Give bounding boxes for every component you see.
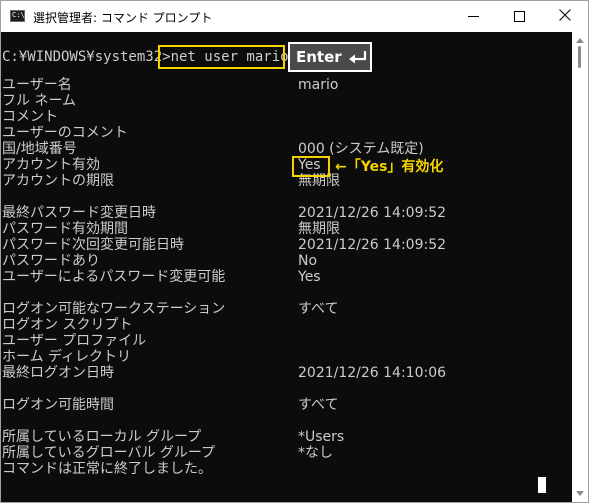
field-label: パスワード次回変更可能日時	[2, 237, 184, 253]
field-label: 国/地域番号	[2, 141, 77, 157]
output-line: パスワードあり No	[2, 253, 317, 269]
scrollbar-thumb[interactable]	[578, 46, 581, 68]
maximize-button[interactable]	[496, 1, 542, 32]
field-label: 最終ログオン日時	[2, 365, 114, 381]
enter-key-label: Enter	[296, 48, 342, 66]
return-arrow-icon	[349, 51, 367, 64]
field-value: mario	[298, 77, 339, 93]
field-label: ユーザー プロファイル	[2, 333, 147, 349]
output-line: パスワード有効期間 無期限	[2, 221, 340, 237]
text-cursor	[538, 477, 546, 493]
field-value: 000 (システム既定)	[298, 141, 424, 157]
field-value: *Users	[298, 429, 345, 445]
field-label: フル ネーム	[2, 93, 77, 109]
field-label: アカウントの期限	[2, 173, 114, 189]
field-label: ログオン可能なワークステーション	[2, 301, 226, 317]
field-value: 2021/12/26 14:10:06	[298, 365, 447, 381]
field-value: 無期限	[298, 221, 340, 237]
field-label: パスワードあり	[2, 253, 100, 269]
maximize-icon	[514, 11, 525, 22]
field-label: 所属しているローカル グループ	[2, 429, 202, 445]
output-line: ログオン スクリプト	[2, 317, 132, 333]
field-label: コメント	[2, 109, 58, 125]
output-line: ユーザー名 mario	[2, 77, 338, 93]
field-value: No	[298, 253, 318, 269]
output-line: ホーム ディレクトリ	[2, 349, 131, 365]
title-bar[interactable]: C:\ 選択管理者: コマンド プロンプト	[1, 1, 588, 32]
output-line: 最終パスワード変更日時 2021/12/26 14:09:52	[2, 205, 446, 221]
field-label: ホーム ディレクトリ	[2, 349, 132, 365]
cmd-icon-glyph: C:\	[12, 11, 25, 19]
field-label: コマンドは正常に終了しました。	[2, 461, 212, 477]
output-line: パスワード次回変更可能日時 2021/12/26 14:09:52	[2, 237, 446, 253]
yes-highlight-box	[292, 156, 330, 177]
field-value: すべて	[298, 397, 339, 413]
field-label: 所属しているグローバル グループ	[2, 445, 216, 461]
field-label: ユーザー名	[2, 77, 72, 93]
field-value: 2021/12/26 14:09:52	[298, 205, 447, 221]
field-label: 最終パスワード変更日時	[2, 205, 156, 221]
vertical-scrollbar[interactable]	[572, 32, 588, 502]
output-line: フル ネーム	[2, 93, 76, 109]
field-label: ログオン可能時間	[2, 397, 114, 413]
output-line: ユーザー プロファイル	[2, 333, 146, 349]
minimize-button[interactable]	[450, 1, 496, 32]
close-button[interactable]	[542, 1, 588, 32]
window-title: 選択管理者: コマンド プロンプト	[33, 11, 213, 25]
output-line: コメント	[2, 109, 58, 125]
output-line: 国/地域番号 000 (システム既定)	[2, 141, 424, 157]
field-value: *なし	[298, 445, 333, 461]
output-line: コマンドは正常に終了しました。	[2, 461, 212, 477]
field-label: パスワード有効期間	[2, 221, 128, 237]
output-line: ユーザーのコメント	[2, 125, 128, 141]
field-value: Yes	[298, 269, 321, 285]
cmd-window: C:\ 選択管理者: コマンド プロンプト C:¥WINDOWS¥system3…	[0, 0, 589, 503]
close-icon	[559, 9, 571, 21]
field-value: 2021/12/26 14:09:52	[298, 237, 447, 253]
output-line: 最終ログオン日時 2021/12/26 14:10:06	[2, 365, 446, 381]
command-highlight-box	[158, 45, 285, 69]
scroll-up-icon[interactable]	[576, 38, 584, 43]
output-line: ユーザーによるパスワード変更可能 Yes	[2, 269, 321, 285]
prompt-text: C:¥WINDOWS¥system32>	[2, 49, 171, 65]
yes-annotation: ←「Yes」有効化	[335, 159, 444, 175]
field-label: ユーザーのコメント	[2, 125, 128, 141]
field-label: ログオン スクリプト	[2, 317, 133, 333]
field-label: アカウント有効	[2, 157, 100, 173]
output-line: アカウントの期限 無期限	[2, 173, 340, 189]
enter-key-badge: Enter	[288, 42, 372, 72]
output-line: 所属しているグローバル グループ *なし	[2, 445, 333, 461]
cmd-icon[interactable]: C:\	[10, 10, 25, 22]
scroll-down-icon[interactable]	[576, 491, 584, 496]
minimize-icon	[468, 16, 479, 17]
output-line: ログオン可能時間 すべて	[2, 397, 338, 413]
field-value: すべて	[298, 301, 339, 317]
field-label: ユーザーによるパスワード変更可能	[2, 269, 226, 285]
output-line: 所属しているローカル グループ *Users	[2, 429, 344, 445]
output-line: アカウント有効 Yes	[2, 157, 321, 173]
output-line: ログオン可能なワークステーション すべて	[2, 301, 338, 317]
